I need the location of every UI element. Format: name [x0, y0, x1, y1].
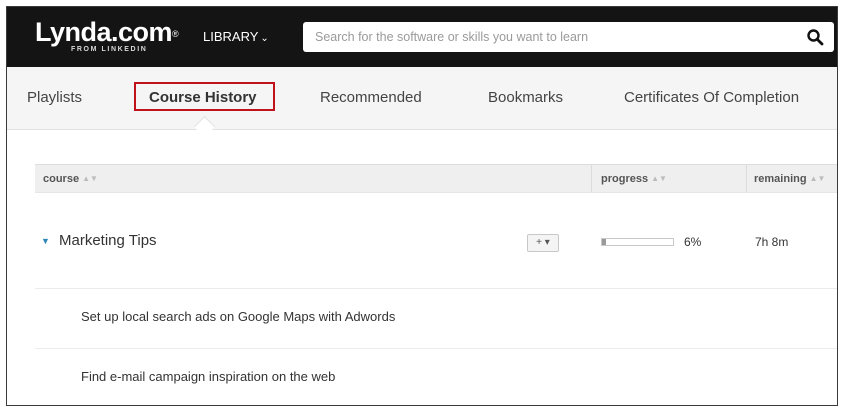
progress-percent: 6% [684, 235, 702, 249]
active-tab-indicator [193, 115, 216, 138]
column-label-progress: progress [601, 173, 649, 185]
logo-text: Lynda.com [35, 17, 173, 47]
tab-bar: Playlists Course History Recommended Boo… [7, 67, 837, 138]
tab-bookmarks[interactable]: Bookmarks [488, 89, 563, 106]
table-row[interactable]: Set up local search ads on Google Maps w… [35, 289, 837, 349]
app-frame: Lynda.com® FROM LINKEDIN LIBRARY⌄ Playli… [6, 6, 838, 406]
table-header: course ▲▼ progress ▲▼ remaining ▲▼ [35, 164, 837, 193]
chevron-down-icon: ⌄ [260, 33, 269, 44]
table-row[interactable]: Find e-mail campaign inspiration on the … [35, 349, 837, 405]
logo-mark: ® [172, 29, 179, 39]
table-row-group: ▼ Marketing Tips + ▾ 6% 7h 8m [35, 192, 837, 289]
column-header-remaining[interactable]: remaining ▲▼ [754, 173, 825, 185]
column-divider [746, 165, 747, 192]
progress-bar-fill [602, 239, 607, 245]
progress-bar [601, 238, 674, 246]
column-header-progress[interactable]: progress ▲▼ [601, 173, 667, 185]
group-title[interactable]: Marketing Tips [59, 232, 157, 249]
column-header-course[interactable]: course ▲▼ [43, 173, 98, 185]
sort-icon: ▲▼ [82, 174, 98, 183]
tab-recommended[interactable]: Recommended [320, 89, 422, 106]
tab-course-history[interactable]: Course History [149, 89, 257, 106]
library-label: LIBRARY [203, 29, 259, 44]
lynda-logo[interactable]: Lynda.com® FROM LINKEDIN [35, 17, 179, 53]
sort-icon: ▲▼ [651, 174, 667, 183]
search-icon[interactable] [806, 28, 824, 46]
tab-playlists[interactable]: Playlists [27, 89, 82, 106]
library-menu-button[interactable]: LIBRARY ⌄ [203, 29, 269, 44]
add-to-playlist-button[interactable]: + ▾ [527, 234, 559, 252]
collapse-toggle-icon[interactable]: ▼ [41, 236, 50, 246]
sort-icon: ▲▼ [809, 174, 826, 183]
column-divider [591, 165, 592, 192]
column-label-remaining: remaining [754, 173, 807, 185]
top-bar: Lynda.com® FROM LINKEDIN LIBRARY ⌄ [7, 7, 837, 67]
tab-certificates[interactable]: Certificates Of Completion [624, 89, 799, 106]
course-title[interactable]: Find e-mail campaign inspiration on the … [81, 369, 335, 384]
column-label-course: course [43, 173, 80, 185]
search-box [303, 22, 834, 52]
time-remaining: 7h 8m [755, 235, 789, 249]
logo-subtext: FROM LINKEDIN [71, 46, 148, 53]
search-input[interactable] [303, 22, 785, 52]
course-title[interactable]: Set up local search ads on Google Maps w… [81, 309, 395, 324]
